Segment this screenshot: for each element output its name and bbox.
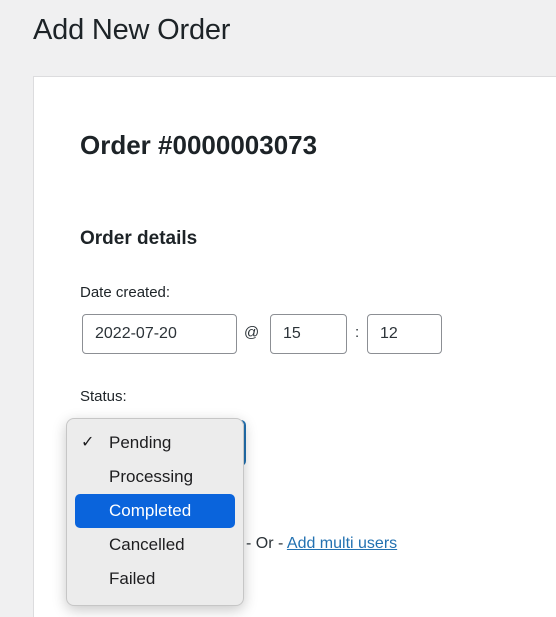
- page-title: Add New Order: [33, 14, 231, 46]
- status-option-pending[interactable]: ✓ Pending: [75, 426, 235, 460]
- status-option-label: Processing: [109, 467, 194, 486]
- date-created-input[interactable]: [82, 314, 237, 354]
- status-option-failed[interactable]: Failed: [75, 562, 235, 596]
- status-option-label: Pending: [109, 433, 172, 452]
- status-option-label: Failed: [109, 569, 156, 588]
- status-label: Status:: [80, 388, 127, 405]
- status-dropdown-menu: ✓ Pending Processing Completed Cancelled…: [66, 418, 244, 606]
- colon-separator: :: [355, 324, 360, 341]
- customer-line: - Or - Add multi users: [246, 535, 397, 553]
- status-option-completed[interactable]: Completed: [75, 494, 235, 528]
- status-option-cancelled[interactable]: Cancelled: [75, 528, 235, 562]
- status-option-label: Completed: [109, 501, 192, 520]
- status-option-processing[interactable]: Processing: [75, 460, 235, 494]
- status-option-label: Cancelled: [109, 535, 185, 554]
- or-text: - Or -: [246, 535, 284, 552]
- date-created-label: Date created:: [80, 284, 171, 301]
- order-details-heading: Order details: [80, 228, 198, 249]
- order-number-heading: Order #0000003073: [80, 130, 318, 160]
- checkmark-icon: ✓: [81, 434, 95, 451]
- at-separator: @: [244, 324, 260, 341]
- minute-input[interactable]: [367, 314, 442, 354]
- hour-input[interactable]: [270, 314, 347, 354]
- add-multi-users-link[interactable]: Add multi users: [287, 535, 397, 552]
